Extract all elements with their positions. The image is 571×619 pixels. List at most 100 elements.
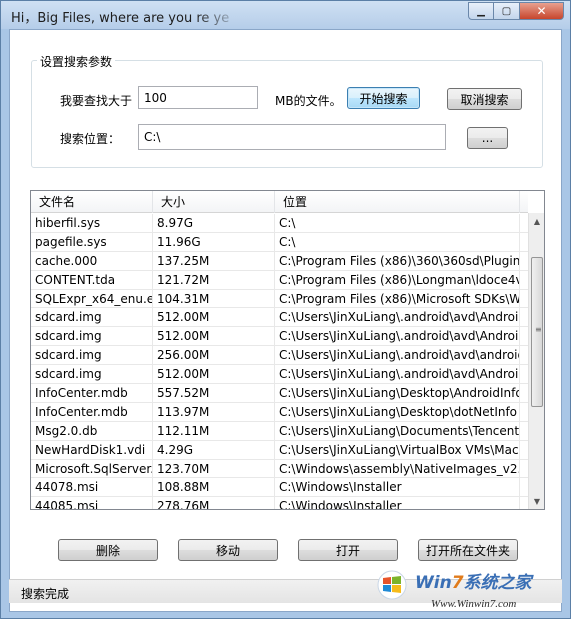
- open-button[interactable]: 打开: [298, 539, 398, 561]
- list-item[interactable]: pagefile.sys 11.96G C:\: [31, 232, 528, 252]
- cell-size: 137.25M: [153, 251, 275, 270]
- cell-file-name: InfoCenter.mdb: [31, 402, 153, 421]
- list-item[interactable]: NewHardDisk1.vdi 4.29G C:\Users\JinXuLiang…: [31, 440, 528, 460]
- cell-size: 512.00M: [153, 327, 275, 346]
- watermark-brand-a: Win: [415, 573, 452, 593]
- list-item[interactable]: hiberfil.sys 8.97G C:\: [31, 214, 528, 233]
- unit-label: MB的文件。: [275, 94, 342, 108]
- list-item[interactable]: Msg2.0.db 112.11M C:\Users\JinXuLiang\Docu…: [31, 421, 528, 441]
- column-header-location[interactable]: 位置: [275, 191, 520, 213]
- cell-file-name: Msg2.0.db: [31, 421, 153, 440]
- list-item[interactable]: sdcard.img 512.00M C:\Users\JinXuLiang\.an…: [31, 365, 528, 385]
- cell-size: 104.31M: [153, 289, 275, 308]
- list-item[interactable]: cache.000 137.25M C:\Program Files (x86)\3…: [31, 251, 528, 271]
- cell-file-name: CONTENT.tda: [31, 270, 153, 289]
- list-item[interactable]: sdcard.img 512.00M C:\Users\JinXuLiang\.an…: [31, 327, 528, 347]
- size-label: 我要查找大于: [60, 94, 133, 108]
- list-item[interactable]: sdcard.img 512.00M C:\Users\JinXuLiang\.an…: [31, 308, 528, 328]
- cell-location: C:\Users\JinXuLiang\.android\avd\android: [275, 346, 520, 365]
- maximize-button[interactable]: ▢: [494, 2, 520, 20]
- watermark-url: Www.Winwin7.com: [431, 598, 517, 610]
- size-input[interactable]: [138, 86, 258, 109]
- column-header-size[interactable]: 大小: [153, 191, 275, 213]
- browse-button[interactable]: ...: [467, 127, 508, 149]
- column-header-name[interactable]: 文件名: [31, 191, 153, 213]
- search-params-group: [31, 60, 543, 168]
- delete-button[interactable]: 删除: [58, 539, 158, 561]
- cell-location: C:\Users\JinXuLiang\VirtualBox VMs\Mac: [275, 440, 520, 459]
- group-title: 设置搜索参数: [37, 53, 116, 70]
- watermark-brand-b: 7: [451, 573, 464, 593]
- cell-size: 557.52M: [153, 384, 275, 403]
- cell-location: C:\: [275, 232, 520, 251]
- cancel-search-button[interactable]: 取消搜索: [447, 88, 522, 110]
- location-label: 搜索位置：: [60, 132, 121, 146]
- list-item[interactable]: 44085.msi 278.76M C:\Windows\Installer: [31, 497, 528, 509]
- watermark-logo: Win7系统之家 Www.Winwin7.com: [371, 564, 571, 616]
- list-item[interactable]: sdcard.img 256.00M C:\Users\JinXuLiang\.an…: [31, 346, 528, 366]
- vertical-scrollbar[interactable]: ▲ ≡ ▼: [528, 213, 544, 509]
- cell-location: C:\Users\JinXuLiang\Desktop\AndroidInfo: [275, 384, 520, 403]
- cell-size: 4.29G: [153, 440, 275, 459]
- cell-file-name: 44078.msi: [31, 478, 153, 497]
- client-area: 设置搜索参数 我要查找大于 MB的文件。 开始搜索 取消搜索 搜索位置： ...…: [9, 29, 562, 612]
- list-item[interactable]: SQLExpr_x64_enu.exe104.31MC:\Program Fil…: [31, 289, 528, 309]
- cell-size: 8.97G: [153, 214, 275, 232]
- location-input[interactable]: [138, 124, 446, 150]
- scroll-down-icon[interactable]: ▼: [529, 493, 544, 509]
- results-list[interactable]: 文件名 大小 位置 hiberfil.sys 8.97G C:\ pagefile.s…: [30, 190, 545, 510]
- cell-file-name: NewHardDisk1.vdi: [31, 440, 153, 459]
- list-item[interactable]: Microsoft.SqlServer. 123.70M C:\Windows\as…: [31, 459, 528, 479]
- cell-file-name: cache.000: [31, 251, 153, 270]
- close-icon: ✕: [536, 4, 547, 18]
- cell-location: C:\Program Files (x86)\Longman\ldoce4v2: [275, 270, 520, 289]
- scroll-thumb[interactable]: ≡: [531, 257, 543, 407]
- open-folder-button[interactable]: 打开所在文件夹: [418, 539, 518, 561]
- cell-file-name: Microsoft.SqlServer.: [31, 459, 153, 478]
- cell-file-name: sdcard.img: [31, 365, 153, 384]
- start-search-button[interactable]: 开始搜索: [347, 87, 420, 109]
- cell-location: C:\Program Files (x86)\360\360sd\Plugins: [275, 251, 520, 270]
- windows-flag-icon: [377, 570, 407, 600]
- cell-size: 113.97M: [153, 402, 275, 421]
- close-button[interactable]: ✕: [520, 2, 564, 20]
- cell-size: 121.72M: [153, 270, 275, 289]
- cell-location: C:\Windows\assembly\NativeImages_v2.0: [275, 459, 520, 478]
- cell-size: 123.70M: [153, 459, 275, 478]
- list-body: hiberfil.sys 8.97G C:\ pagefile.sys 11.96G C:…: [31, 214, 528, 509]
- cell-location: C:\Users\JinXuLiang\.android\avd\Android: [275, 365, 520, 384]
- cell-file-name: sdcard.img: [31, 327, 153, 346]
- cell-file-name: hiberfil.sys: [31, 214, 153, 232]
- status-text: 搜索完成: [21, 587, 70, 601]
- maximize-icon: ▢: [501, 5, 512, 17]
- cell-size: 11.96G: [153, 232, 275, 251]
- grip-icon: ≡: [535, 325, 542, 334]
- cell-size: 256.00M: [153, 346, 275, 365]
- title-bar[interactable]: Hi，Big Files, where are you re ye ▁ ▢ ✕: [1, 1, 570, 29]
- cell-location: C:\Users\JinXuLiang\.android\avd\Android: [275, 327, 520, 346]
- minimize-button[interactable]: ▁: [468, 2, 494, 20]
- caption-buttons: ▁ ▢ ✕: [468, 2, 564, 20]
- list-item[interactable]: 44078.msi 108.88M C:\Windows\Installer: [31, 478, 528, 498]
- move-button[interactable]: 移动: [178, 539, 278, 561]
- cell-size: 112.11M: [153, 421, 275, 440]
- cell-size: 108.88M: [153, 478, 275, 497]
- cell-location: C:\Program Files (x86)\Microsoft SDKs\Wi: [275, 289, 520, 308]
- list-item[interactable]: InfoCenter.mdb 557.52M C:\Users\JinXuLiang…: [31, 384, 528, 403]
- scroll-up-icon[interactable]: ▲: [529, 213, 544, 229]
- cell-file-name: sdcard.img: [31, 346, 153, 365]
- cell-location: C:\Windows\Installer: [275, 497, 520, 509]
- watermark-brand: Win7系统之家: [415, 568, 532, 593]
- app-window: Hi，Big Files, where are you re ye ▁ ▢ ✕ …: [0, 0, 571, 619]
- cell-file-name: pagefile.sys: [31, 232, 153, 251]
- cell-size: 278.76M: [153, 497, 275, 509]
- cell-location: C:\Windows\Installer: [275, 478, 520, 497]
- window-title: Hi，Big Files, where are you re ye: [11, 11, 230, 26]
- list-header: 文件名 大小 位置: [31, 191, 528, 213]
- cell-file-name: sdcard.img: [31, 308, 153, 327]
- minimize-icon: ▁: [477, 5, 485, 17]
- cell-location: C:\: [275, 214, 520, 232]
- cell-location: C:\Users\JinXuLiang\Documents\Tencent: [275, 421, 520, 440]
- list-item[interactable]: InfoCenter.mdb 113.97M C:\Users\JinXuLiang…: [31, 402, 528, 422]
- list-item[interactable]: CONTENT.tda 121.72M C:\Program Files (x86)…: [31, 270, 528, 290]
